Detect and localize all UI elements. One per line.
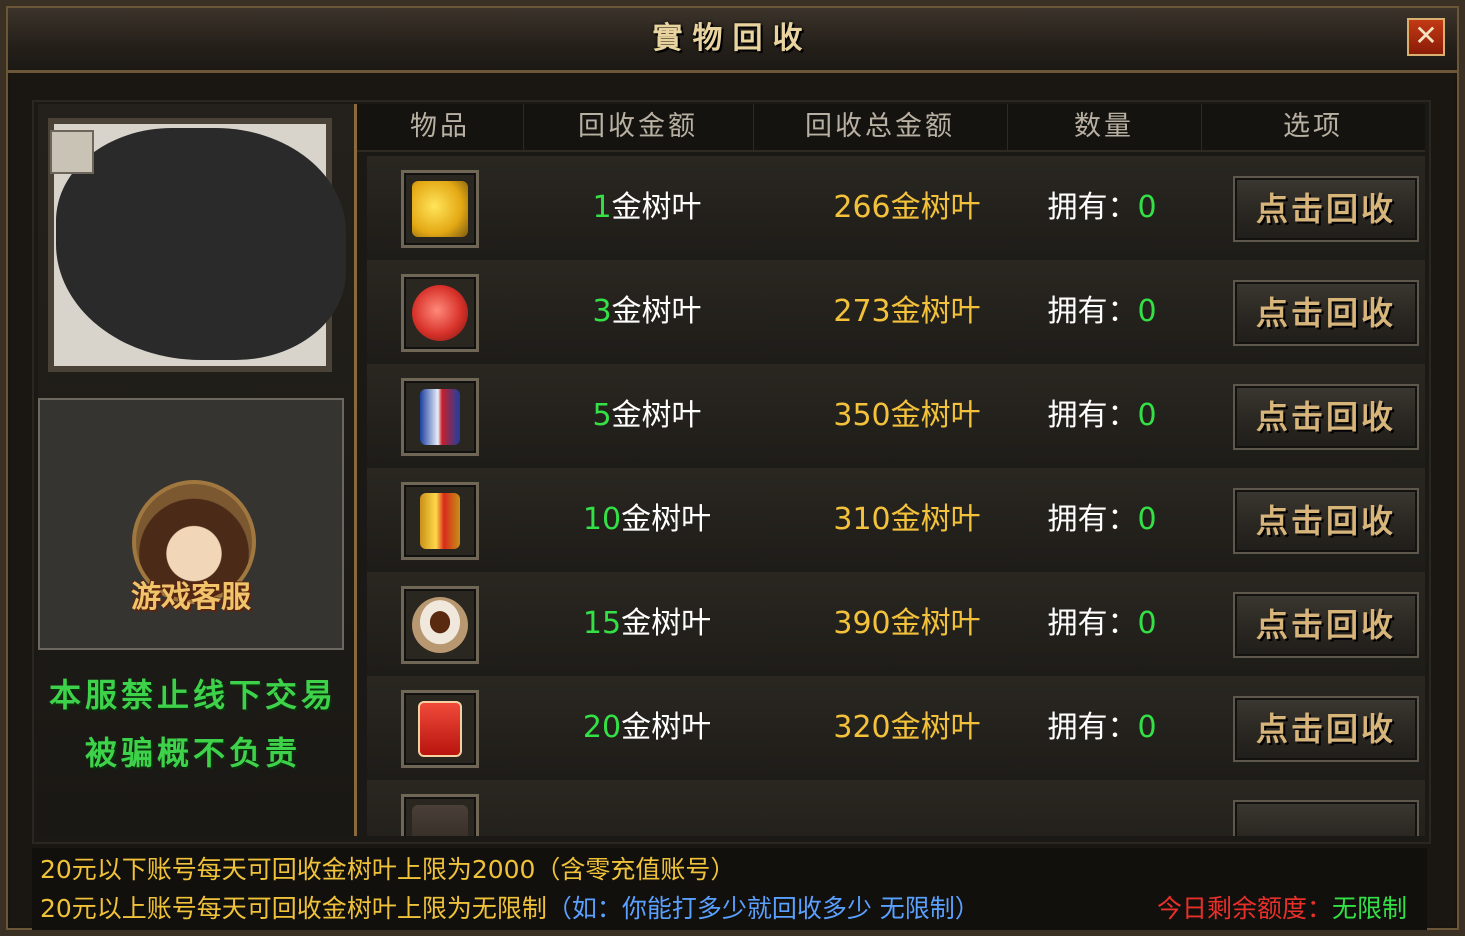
header-options: 选项 bbox=[1283, 111, 1343, 142]
owned-count: 拥有：0 bbox=[1047, 606, 1157, 641]
title-bar: 實物回收 ✕ bbox=[8, 8, 1457, 73]
recycle-table: 物品 回收金额 回收总金额 数量 选项 1金树叶 266金树叶 拥有：0 点击回… bbox=[357, 104, 1425, 836]
banana-icon bbox=[412, 181, 468, 237]
item-slot[interactable] bbox=[401, 274, 479, 352]
avatar-redaction bbox=[56, 128, 346, 360]
table-row: 20金树叶 320金树叶 拥有：0 点击回收 bbox=[367, 676, 1425, 782]
peach-icon bbox=[412, 285, 468, 341]
unit-price: 5金树叶 bbox=[592, 398, 702, 433]
table-row-partial bbox=[367, 780, 1425, 836]
item-slot[interactable] bbox=[401, 170, 479, 248]
footer-line-1: 20元以下账号每天可回收金树叶上限为2000（含零充值账号） bbox=[40, 855, 736, 884]
owned-count: 拥有：0 bbox=[1047, 294, 1157, 329]
item-icon bbox=[412, 805, 468, 836]
footer-notice: 20元以下账号每天可回收金树叶上限为2000（含零充值账号） 20元以上账号每天… bbox=[32, 848, 1427, 930]
recycle-button[interactable]: 点击回收 bbox=[1233, 696, 1419, 762]
recycle-button-partial[interactable] bbox=[1233, 800, 1419, 836]
header-quantity: 数量 bbox=[1007, 104, 1202, 150]
recycle-button[interactable]: 点击回收 bbox=[1233, 384, 1419, 450]
notice-line-2: 被骗概不负责 bbox=[84, 734, 301, 772]
coffee-cup-icon bbox=[412, 597, 468, 653]
cigarette-pack-icon bbox=[418, 701, 462, 757]
recycle-button[interactable]: 点击回收 bbox=[1233, 592, 1419, 658]
owned-count: 拥有：0 bbox=[1047, 398, 1157, 433]
unit-price: 10金树叶 bbox=[582, 502, 712, 537]
table-row: 15金树叶 390金树叶 拥有：0 点击回收 bbox=[367, 572, 1425, 678]
header-total: 回收总金额 bbox=[753, 104, 1008, 150]
item-slot[interactable] bbox=[401, 794, 479, 836]
owned-count: 拥有：0 bbox=[1047, 502, 1157, 537]
item-slot[interactable] bbox=[401, 690, 479, 768]
table-header: 物品 回收金额 回收总金额 数量 选项 bbox=[357, 104, 1425, 152]
daily-quota: 今日剩余额度：无限制 bbox=[1156, 894, 1407, 923]
unit-price: 20金树叶 bbox=[582, 710, 712, 745]
total-price: 266金树叶 bbox=[833, 190, 981, 225]
item-slot[interactable] bbox=[401, 482, 479, 560]
total-price: 273金树叶 bbox=[833, 294, 981, 329]
total-price: 390金树叶 bbox=[833, 606, 981, 641]
footer-line-2: 20元以上账号每天可回收金树叶上限为无限制（如：你能打多少就回收多少 无限制） bbox=[40, 894, 980, 923]
item-slot[interactable] bbox=[401, 586, 479, 664]
unit-price: 1金树叶 bbox=[592, 190, 702, 225]
item-slot[interactable] bbox=[401, 378, 479, 456]
recycle-button[interactable]: 点击回收 bbox=[1233, 488, 1419, 554]
window-title: 實物回收 bbox=[652, 21, 813, 56]
pin-icon bbox=[50, 130, 94, 174]
customer-service-button[interactable]: 游戏客服 bbox=[38, 398, 344, 650]
recycle-button[interactable]: 点击回收 bbox=[1233, 176, 1419, 242]
notice-line-1: 本服禁止线下交易 bbox=[48, 676, 337, 714]
total-price: 320金树叶 bbox=[833, 710, 981, 745]
table-row: 1金树叶 266金树叶 拥有：0 点击回收 bbox=[367, 156, 1425, 262]
table-row: 10金树叶 310金树叶 拥有：0 点击回收 bbox=[367, 468, 1425, 574]
unit-price: 15金树叶 bbox=[582, 606, 712, 641]
close-button[interactable]: ✕ bbox=[1407, 18, 1445, 56]
service-label: 游戏客服 bbox=[131, 580, 251, 615]
table-row: 5金树叶 350金树叶 拥有：0 点击回收 bbox=[367, 364, 1425, 470]
unit-price: 3金树叶 bbox=[592, 294, 702, 329]
header-item: 物品 bbox=[357, 104, 524, 150]
total-price: 310金树叶 bbox=[833, 502, 981, 537]
owned-count: 拥有：0 bbox=[1047, 710, 1157, 745]
header-price: 回收金额 bbox=[523, 104, 754, 150]
energy-drink-icon bbox=[420, 493, 460, 549]
table-row: 3金树叶 273金树叶 拥有：0 点击回收 bbox=[367, 260, 1425, 366]
owned-count: 拥有：0 bbox=[1047, 190, 1157, 225]
recycle-button[interactable]: 点击回收 bbox=[1233, 280, 1419, 346]
pepsi-can-icon bbox=[420, 389, 460, 445]
total-price: 350金树叶 bbox=[833, 398, 981, 433]
